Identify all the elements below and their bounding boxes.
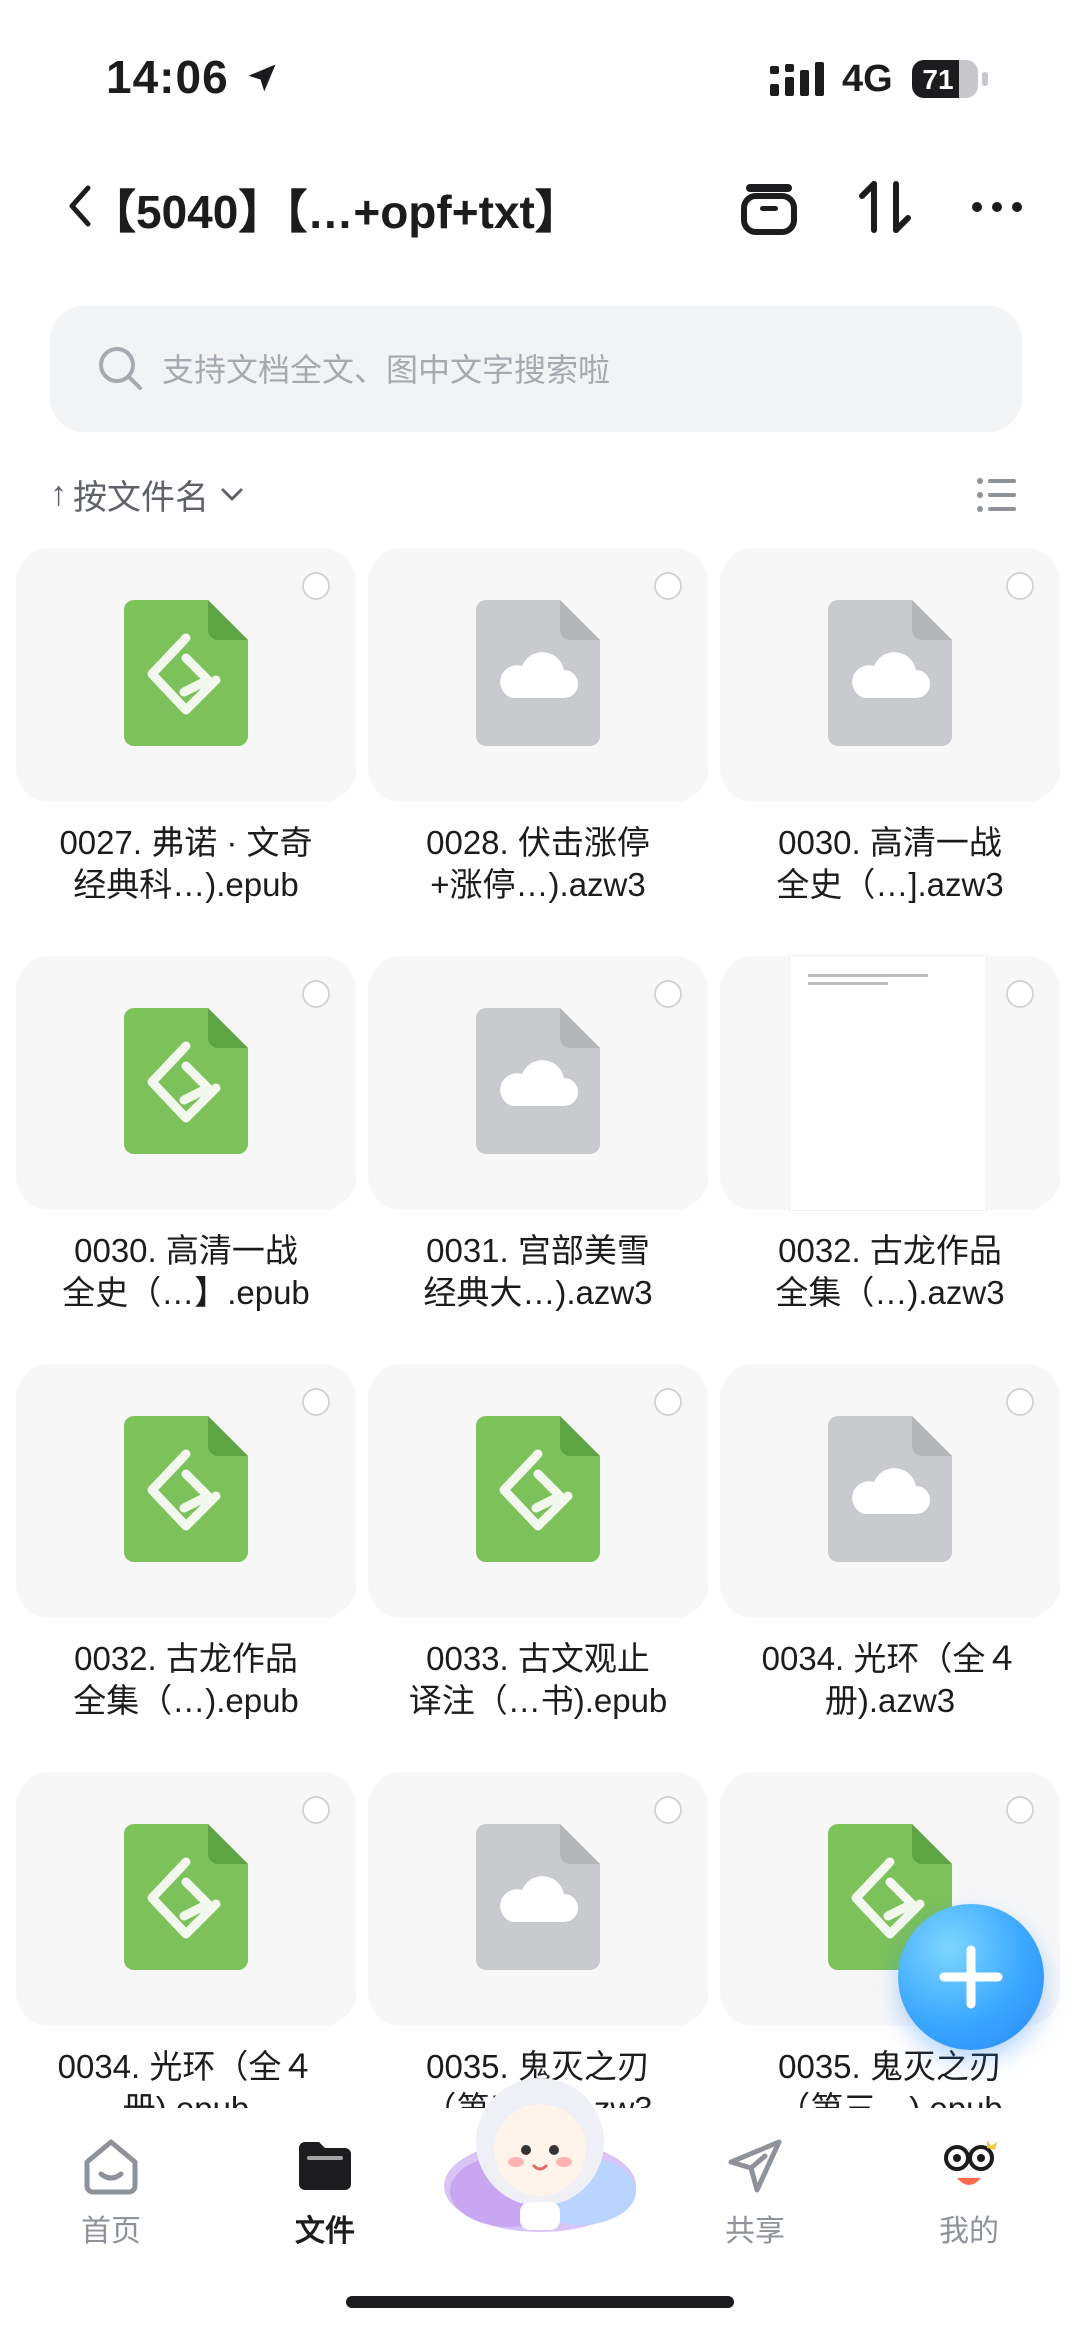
select-radio[interactable] bbox=[1006, 1796, 1034, 1824]
file-tile[interactable] bbox=[368, 548, 708, 802]
select-radio[interactable] bbox=[654, 572, 682, 600]
epub-icon bbox=[124, 1416, 248, 1562]
assistant-mascot-icon bbox=[444, 2078, 636, 2232]
ai-assistant-avatar[interactable] bbox=[440, 2066, 640, 2236]
page-title: 【5040】【…+opf+txt】 bbox=[90, 186, 581, 238]
sort-arrow-icon: ↑ bbox=[50, 475, 67, 513]
file-name: 0030. 高清一战 全史（…】.epub bbox=[62, 1232, 310, 1311]
add-button[interactable] bbox=[898, 1904, 1044, 2050]
sort-order-icon[interactable] bbox=[854, 176, 916, 238]
tab-files[interactable]: 文件 bbox=[250, 2122, 400, 2272]
clean-box-icon[interactable] bbox=[738, 176, 800, 238]
file-name: 0033. 古文观止 译注（…书).epub bbox=[408, 1640, 668, 1719]
file-grid: 0027. 弗诺 · 文奇 经典科…).epub 0028. 伏击涨停 +涨停…).… bbox=[0, 548, 1080, 2108]
select-radio[interactable] bbox=[1006, 1388, 1034, 1416]
folder-icon bbox=[299, 2142, 351, 2190]
file-tile[interactable] bbox=[16, 548, 356, 802]
chevron-down-icon bbox=[221, 488, 243, 500]
epub-icon bbox=[124, 1824, 248, 1970]
select-radio[interactable] bbox=[302, 572, 330, 600]
file-tile[interactable] bbox=[16, 1772, 356, 2026]
file-name: 0031. 宫部美雪 经典大…).azw3 bbox=[423, 1232, 653, 1311]
file-tile[interactable] bbox=[16, 956, 356, 1210]
network-type: 4G bbox=[842, 58, 893, 100]
battery-level: 71 bbox=[922, 64, 954, 95]
tab-home[interactable]: 首页 bbox=[36, 2122, 186, 2272]
file-name: 0034. 光环（全４册).epub bbox=[57, 2048, 315, 2108]
status-bar: 14:06 4G 71 bbox=[0, 0, 1080, 140]
tab-profile-label: 我的 bbox=[939, 2215, 999, 2248]
file-name: 0035. 鬼灭之刃（第三…).epub bbox=[777, 2048, 1003, 2108]
more-icon[interactable] bbox=[966, 176, 1028, 238]
cloud-file-icon bbox=[476, 600, 600, 746]
select-radio[interactable] bbox=[302, 980, 330, 1008]
profile-icon bbox=[944, 2140, 997, 2185]
file-tile[interactable] bbox=[720, 956, 1060, 1210]
search-icon bbox=[99, 347, 142, 390]
location-arrow-icon bbox=[248, 64, 276, 92]
tab-profile[interactable]: 我的 bbox=[894, 2122, 1044, 2272]
file-tile[interactable] bbox=[368, 1364, 708, 1618]
select-radio[interactable] bbox=[654, 1388, 682, 1416]
home-indicator[interactable] bbox=[346, 2296, 734, 2308]
file-name: 0034. 光环（全４ 册).azw3 bbox=[761, 1640, 1019, 1719]
file-tile[interactable] bbox=[720, 548, 1060, 802]
sort-label: 按文件名 bbox=[73, 479, 209, 517]
select-radio[interactable] bbox=[654, 1796, 682, 1824]
tab-share-label: 共享 bbox=[725, 2215, 785, 2248]
file-name: 0028. 伏击涨停 +涨停…).azw3 bbox=[426, 824, 650, 903]
search-input[interactable] bbox=[160, 306, 984, 434]
epub-icon bbox=[476, 1416, 600, 1562]
battery-cap bbox=[982, 72, 988, 86]
status-time: 14:06 bbox=[106, 51, 229, 103]
file-name: 0032. 古龙作品 全集（…).azw3 bbox=[775, 1232, 1005, 1311]
file-tile[interactable] bbox=[368, 956, 708, 1210]
search-box[interactable] bbox=[50, 306, 1022, 434]
document-preview bbox=[790, 956, 986, 1210]
tab-home-label: 首页 bbox=[81, 2215, 141, 2248]
file-name: 0027. 弗诺 · 文奇 经典科…).epub bbox=[59, 824, 313, 903]
cloud-file-icon bbox=[476, 1008, 600, 1154]
cloud-file-icon bbox=[828, 600, 952, 746]
sort-selector[interactable]: ↑ 按文件名 bbox=[50, 470, 249, 519]
file-tile[interactable] bbox=[368, 1772, 708, 2026]
file-name: 0032. 古龙作品 全集（…).epub bbox=[73, 1640, 299, 1719]
epub-icon bbox=[124, 1008, 248, 1154]
file-tile[interactable] bbox=[16, 1364, 356, 1618]
epub-icon bbox=[124, 600, 248, 746]
select-radio[interactable] bbox=[654, 980, 682, 1008]
select-radio[interactable] bbox=[302, 1796, 330, 1824]
cloud-file-icon bbox=[828, 1416, 952, 1562]
select-radio[interactable] bbox=[302, 1388, 330, 1416]
home-icon bbox=[84, 2139, 138, 2195]
file-tile[interactable] bbox=[720, 1364, 1060, 1618]
select-radio[interactable] bbox=[1006, 572, 1034, 600]
plus-icon bbox=[939, 1945, 1003, 2009]
tab-share[interactable]: 共享 bbox=[680, 2122, 830, 2272]
share-icon bbox=[728, 2139, 782, 2193]
tab-files-label: 文件 bbox=[295, 2215, 355, 2248]
list-view-icon[interactable] bbox=[976, 474, 1018, 516]
battery-icon: 71 bbox=[912, 60, 978, 98]
file-name: 0030. 高清一战 全史（…].azw3 bbox=[776, 824, 1004, 903]
signal-icon bbox=[770, 62, 824, 96]
cloud-file-icon bbox=[476, 1824, 600, 1970]
select-radio[interactable] bbox=[1006, 980, 1034, 1008]
